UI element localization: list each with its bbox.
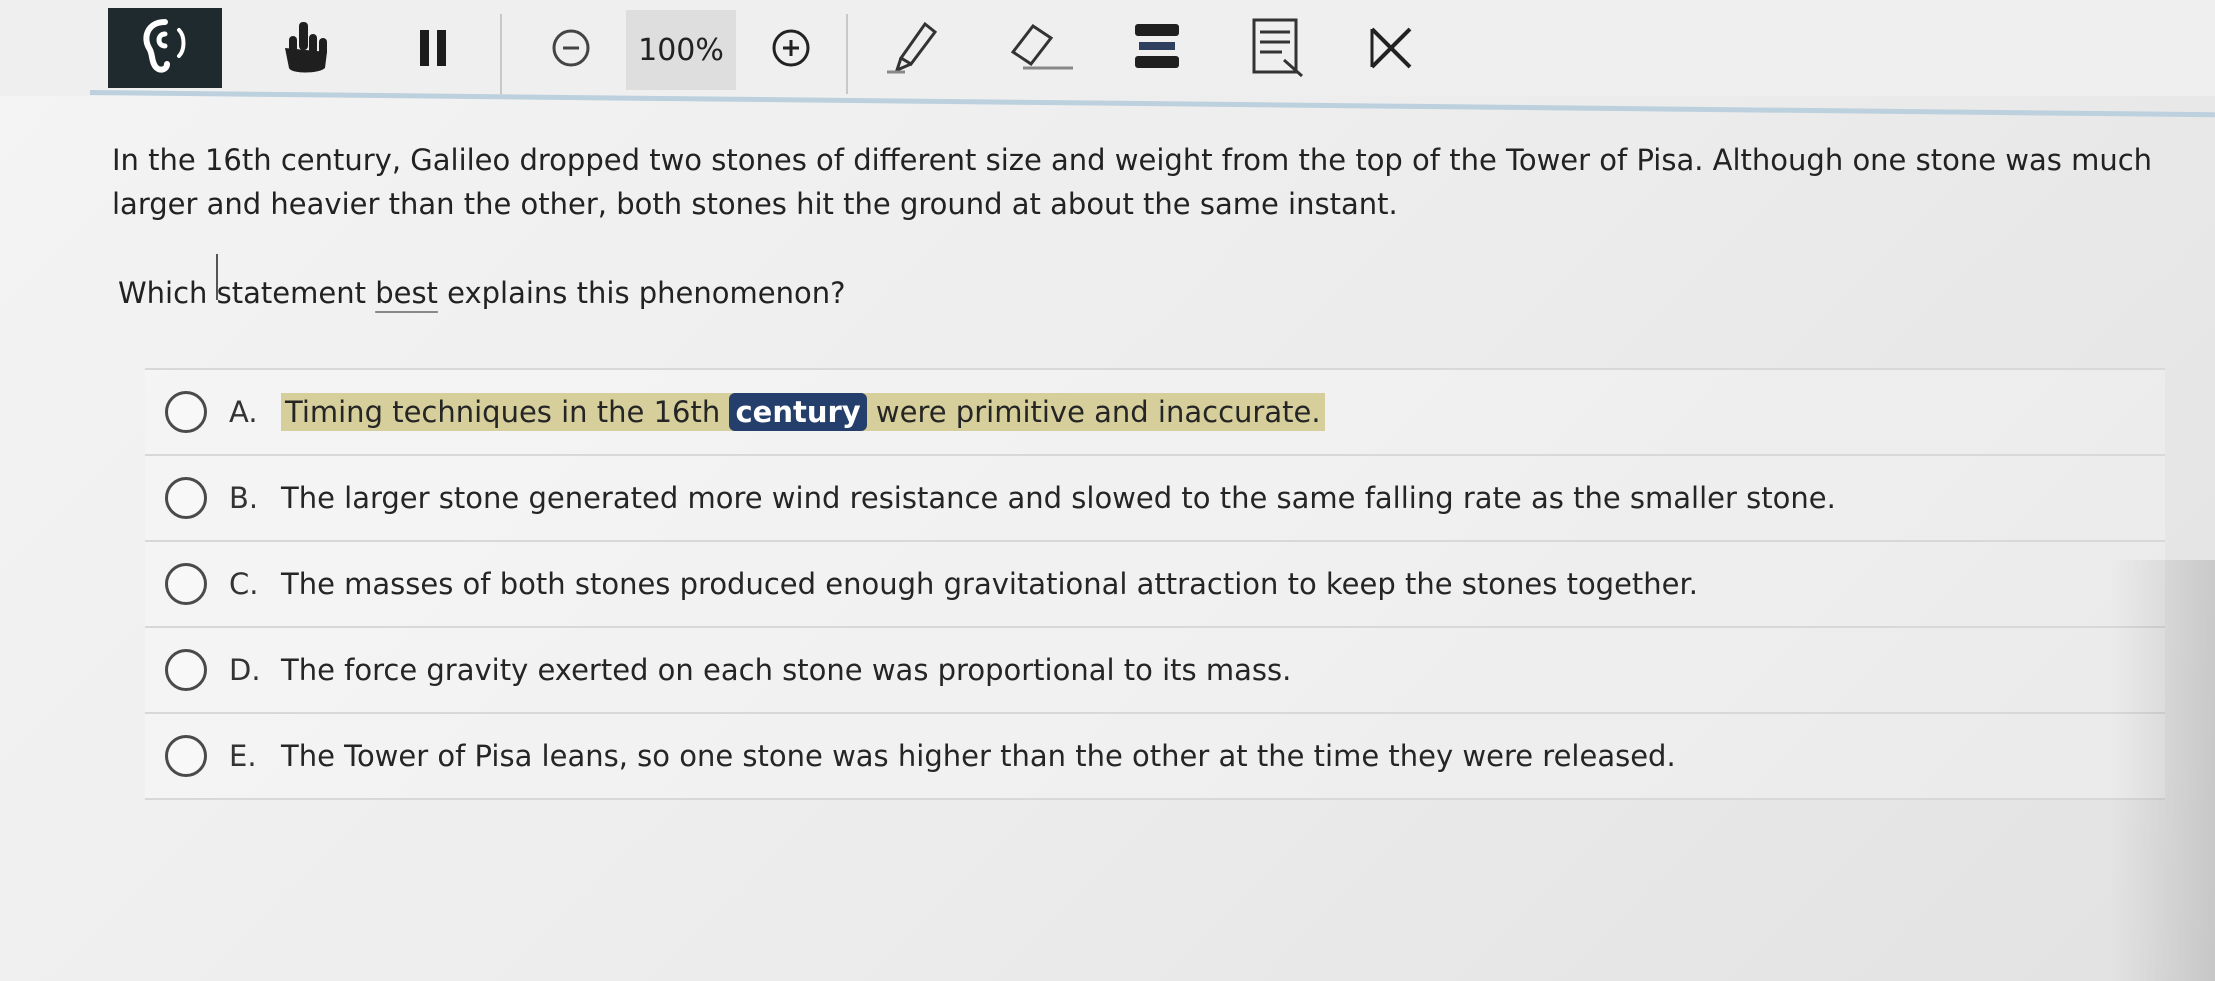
audio-icon (135, 16, 195, 80)
pause-icon (418, 28, 448, 68)
highlighter-tool-button[interactable] (1126, 8, 1188, 88)
option-letter: A. (229, 395, 258, 429)
answer-option-d[interactable]: D. The force gravity exerted on each sto… (145, 628, 2165, 714)
option-text: Timing techniques in the 16th century we… (281, 393, 1325, 431)
option-letter: D. (229, 653, 261, 687)
question-stem: In the 16th century, Galileo dropped two… (112, 143, 2153, 221)
question-prompt: Which statement best explains this pheno… (118, 276, 846, 310)
selected-word: century (729, 393, 867, 431)
toolbar: 100% (0, 0, 2215, 96)
option-text-part: Timing techniques in the 16th (285, 395, 730, 429)
pause-button[interactable] (408, 8, 458, 88)
option-letter: B. (229, 481, 259, 515)
text-cursor (216, 254, 218, 300)
highlighter-icon (1131, 20, 1183, 76)
zoom-in-icon (769, 26, 813, 70)
radio-button[interactable] (165, 391, 207, 433)
point-tool-button[interactable] (270, 8, 340, 88)
pen-icon (885, 18, 945, 78)
pen-tool-button[interactable] (880, 8, 950, 88)
radio-button[interactable] (165, 563, 207, 605)
radio-button[interactable] (165, 649, 207, 691)
radio-button[interactable] (165, 477, 207, 519)
eliminate-choice-button[interactable] (1362, 8, 1420, 88)
toolbar-divider (846, 14, 848, 94)
option-letter: C. (229, 567, 259, 601)
answer-option-e[interactable]: E. The Tower of Pisa leans, so one stone… (145, 714, 2165, 800)
audio-button[interactable] (108, 8, 222, 88)
prompt-emphasis: best (375, 276, 438, 310)
eraser-icon (1003, 20, 1077, 76)
toolbar-divider (500, 14, 502, 94)
option-text: The masses of both stones produced enoug… (281, 567, 1699, 601)
option-text: The force gravity exerted on each stone … (281, 653, 1292, 687)
zoom-level: 100% (626, 10, 736, 90)
prompt-text: explains this phenomenon? (437, 276, 846, 310)
answer-option-a[interactable]: A. Timing techniques in the 16th century… (145, 368, 2165, 456)
option-text: The Tower of Pisa leans, so one stone wa… (281, 739, 1676, 773)
notes-button[interactable] (1238, 8, 1318, 88)
eraser-tool-button[interactable] (1000, 8, 1080, 88)
zoom-out-icon (549, 26, 593, 70)
notes-icon (1248, 16, 1308, 80)
eliminate-choice-icon (1366, 23, 1416, 73)
screen-edge-shadow (2110, 560, 2215, 981)
option-text-part: were primitive and inaccurate. (866, 395, 1321, 429)
prompt-text: Which statement (118, 276, 376, 310)
option-letter: E. (229, 739, 257, 773)
highlighted-text: Timing techniques in the 16th century we… (281, 393, 1325, 431)
option-text: The larger stone generated more wind res… (281, 481, 1836, 515)
answer-option-c[interactable]: C. The masses of both stones produced en… (145, 542, 2165, 628)
radio-button[interactable] (165, 735, 207, 777)
answer-choices: A. Timing techniques in the 16th century… (145, 368, 2165, 800)
answer-option-b[interactable]: B. The larger stone generated more wind … (145, 456, 2165, 542)
hand-pointer-icon (279, 18, 331, 78)
zoom-in-button[interactable] (760, 8, 822, 88)
zoom-out-button[interactable] (540, 8, 602, 88)
